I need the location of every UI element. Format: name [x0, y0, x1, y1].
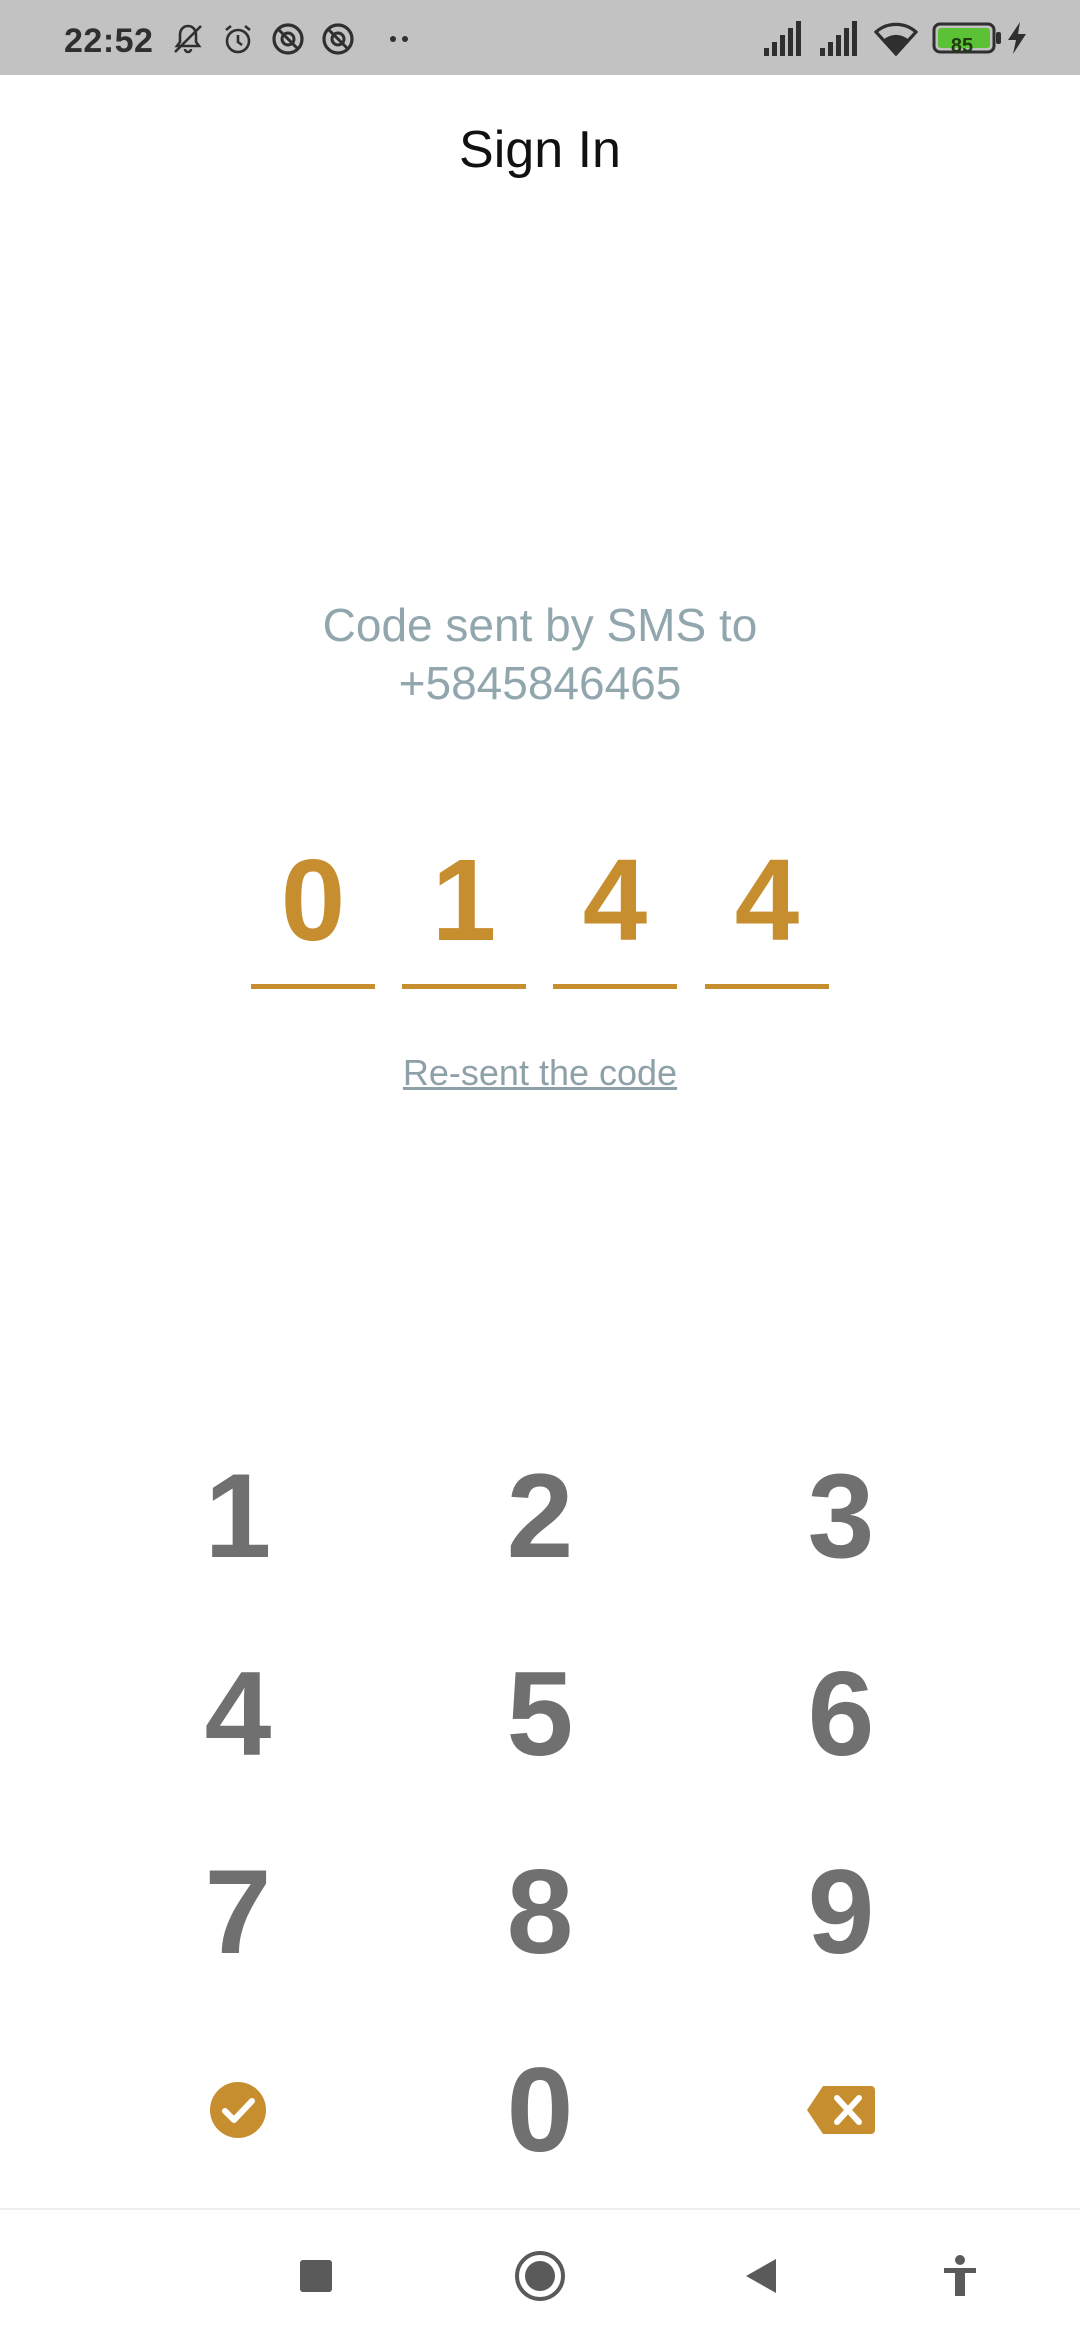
key-5[interactable]: 5	[440, 1634, 640, 1794]
page-title: Sign In	[459, 121, 621, 179]
resend-code-link[interactable]: Re-sent the code	[0, 1052, 1080, 1094]
key-2[interactable]: 2	[440, 1436, 640, 1596]
system-nav-bar	[0, 2208, 1080, 2340]
code-digit: 4	[734, 835, 800, 965]
charging-icon	[1008, 22, 1026, 54]
code-input-row: 0 1 4 4	[0, 840, 1080, 1000]
key-3[interactable]: 3	[741, 1436, 941, 1596]
signal-icon	[820, 21, 857, 56]
wifi-icon	[874, 22, 918, 57]
key-1[interactable]: 1	[138, 1436, 338, 1596]
code-underline	[251, 984, 375, 989]
code-digit-box[interactable]: 0	[251, 840, 375, 990]
key-6[interactable]: 6	[741, 1634, 941, 1794]
recents-square-icon[interactable]	[298, 2258, 334, 2294]
code-digit-box[interactable]: 1	[402, 840, 526, 990]
status-bar: 22:52 85	[0, 0, 1080, 75]
phone-number-text: +5845846465	[398, 657, 682, 709]
code-digit: 1	[431, 835, 497, 965]
signal-icon	[764, 21, 801, 56]
home-circle-icon[interactable]	[514, 2250, 566, 2302]
code-digit: 0	[280, 835, 346, 965]
backspace-button[interactable]	[741, 2030, 941, 2190]
key-4[interactable]: 4	[138, 1634, 338, 1794]
battery-level: 85	[950, 35, 974, 57]
back-triangle-icon[interactable]	[742, 2256, 780, 2296]
check-circle-icon	[210, 2082, 266, 2138]
key-7[interactable]: 7	[138, 1832, 338, 1992]
sms-message-text: Code sent by SMS to	[322, 599, 758, 651]
backspace-icon	[807, 2086, 875, 2134]
accessibility-icon[interactable]	[940, 2254, 980, 2298]
code-digit-box[interactable]: 4	[705, 840, 829, 990]
key-0[interactable]: 0	[440, 2030, 640, 2190]
alarm-icon	[225, 24, 251, 54]
code-digit: 4	[582, 835, 648, 965]
code-underline	[705, 984, 829, 989]
key-8[interactable]: 8	[440, 1832, 640, 1992]
code-underline	[553, 984, 677, 989]
code-underline	[402, 984, 526, 989]
status-time: 22:52	[64, 22, 154, 60]
blocked-icon	[322, 23, 354, 55]
mute-bell-icon	[174, 24, 202, 54]
code-digit-box[interactable]: 4	[553, 840, 677, 990]
key-9[interactable]: 9	[741, 1832, 941, 1992]
more-dots-icon	[390, 36, 408, 42]
blocked-icon	[272, 23, 304, 55]
confirm-button[interactable]	[138, 2030, 338, 2190]
